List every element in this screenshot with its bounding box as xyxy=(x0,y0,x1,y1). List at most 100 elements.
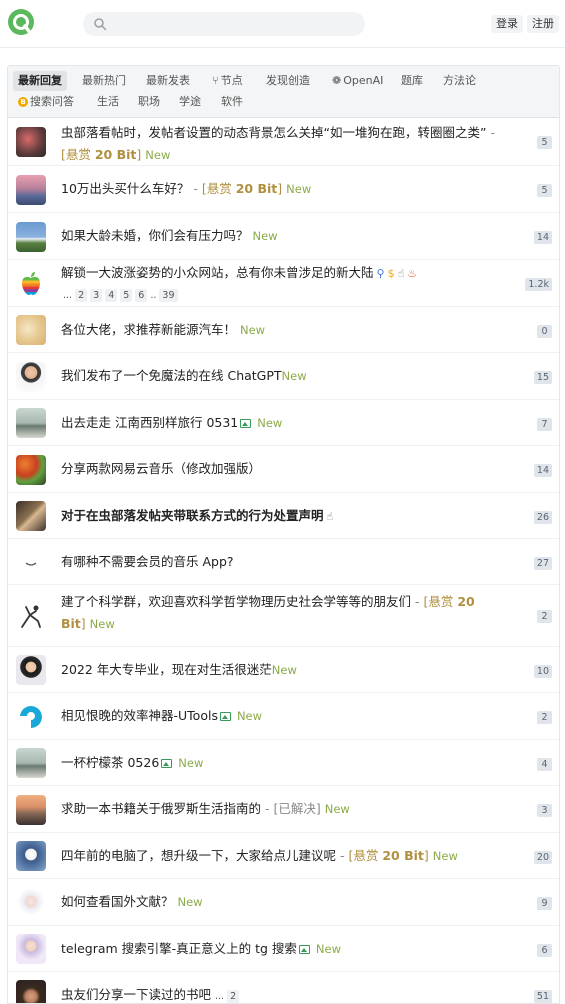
reply-count[interactable]: 5 xyxy=(537,184,552,197)
login-button[interactable]: 登录 xyxy=(491,15,523,33)
avatar[interactable] xyxy=(16,501,46,531)
topic-title[interactable]: 四年前的电脑了，想升级一下，大家给点儿建议呢 - [悬赏 20 Bit] New xyxy=(61,845,499,867)
tab-nodes[interactable]: ⑂ 节点 xyxy=(212,71,243,91)
avatar[interactable] xyxy=(16,748,46,778)
topic-row[interactable]: 我们发布了一个免魔法的在线 ChatGPTNew 15 xyxy=(8,353,559,400)
avatar[interactable] xyxy=(16,315,46,345)
tab-openai[interactable]: ❁ OpenAI xyxy=(332,71,383,91)
topic-title[interactable]: 分享两款网易云音乐（修改加强版） xyxy=(61,458,499,480)
topic-title-text[interactable]: 对于在虫部落发帖夹带联系方式的行为处置声明 xyxy=(61,508,324,523)
topic-title-text[interactable]: 四年前的电脑了，想升级一下，大家给点儿建议呢 xyxy=(61,848,336,863)
topic-row[interactable]: 如何查看国外文献？ New 9 xyxy=(8,879,559,926)
topic-title[interactable]: 各位大佬，求推荐新能源汽车！ New xyxy=(61,319,499,341)
topic-row[interactable]: 建了个科学群，欢迎喜欢科学哲学物理历史社会学等等的朋友们 - [悬赏 20 Bi… xyxy=(8,585,559,647)
search-input[interactable] xyxy=(83,12,365,36)
topic-row[interactable]: 虫友们分享一下读过的书吧 ... 2 51 xyxy=(8,972,559,1003)
tab-life[interactable]: 生活 xyxy=(97,92,119,112)
topic-row[interactable]: 各位大佬，求推荐新能源汽车！ New 0 xyxy=(8,307,559,353)
topic-title[interactable]: 相见恨晚的效率神器-UTools New xyxy=(61,705,499,727)
topic-title-text[interactable]: 求助一本书籍关于俄罗斯生活指南的 xyxy=(61,801,261,816)
topic-title-text[interactable]: 建了个科学群，欢迎喜欢科学哲学物理历史社会学等等的朋友们 xyxy=(61,594,411,609)
topic-title-text[interactable]: 相见恨晚的效率神器-UTools xyxy=(61,708,218,723)
topic-title[interactable]: 一杯柠檬茶 0526 New xyxy=(61,752,499,774)
tab-software[interactable]: 软件 xyxy=(221,92,243,112)
page-link[interactable]: 4 xyxy=(105,289,118,302)
topic-row[interactable]: 虫部落看帖时，发帖者设置的动态背景怎么关掉“如一堆狗在跑，转圈圈之类” - [悬… xyxy=(8,118,559,166)
topic-title[interactable]: 虫部落看帖时，发帖者设置的动态背景怎么关掉“如一堆狗在跑，转圈圈之类” - [悬… xyxy=(61,122,499,166)
avatar[interactable] xyxy=(16,547,46,577)
reply-count[interactable]: 1.2k xyxy=(525,278,552,291)
topic-title[interactable]: 如何查看国外文献？ New xyxy=(61,891,499,913)
reply-count[interactable]: 51 xyxy=(533,990,552,1003)
topic-title[interactable]: 2022 年大专毕业，现在对生活很迷茫New xyxy=(61,659,499,681)
reply-count[interactable]: 4 xyxy=(537,758,552,771)
page-link[interactable]: 5 xyxy=(120,289,133,302)
avatar[interactable] xyxy=(16,175,46,205)
reply-count[interactable]: 26 xyxy=(533,511,552,524)
topic-title-text[interactable]: 分享两款网易云音乐（修改加强版） xyxy=(61,461,261,476)
page-link[interactable]: 6 xyxy=(135,289,148,302)
topic-title-text[interactable]: 如果大龄未婚，你们会有压力吗？ xyxy=(61,228,249,243)
tab-latest-posted[interactable]: 最新发表 xyxy=(146,71,190,91)
topic-title-text[interactable]: 解锁一大波涨姿势的小众网站，总有你未曾涉足的新大陆 xyxy=(61,265,374,280)
topic-title-text[interactable]: 出去走走 江南西别样旅行 0531 xyxy=(61,415,238,430)
topic-row[interactable]: 有哪种不需要会员的音乐 App? 27 xyxy=(8,539,559,585)
topic-title-text[interactable]: 10万出头买什么车好？ xyxy=(61,181,189,196)
reply-count[interactable]: 0 xyxy=(537,325,552,338)
reply-count[interactable]: 7 xyxy=(537,418,552,431)
topic-row[interactable]: 解锁一大波涨姿势的小众网站，总有你未曾涉足的新大陆 ⚲ $ ☝ ♨ ... 23456.… xyxy=(8,260,559,307)
page-link[interactable]: 2 xyxy=(227,990,240,1003)
avatar[interactable] xyxy=(16,795,46,825)
topic-title-text[interactable]: 虫部落看帖时，发帖者设置的动态背景怎么关掉“如一堆狗在跑，转圈圈之类” xyxy=(61,125,486,140)
topic-title[interactable]: 有哪种不需要会员的音乐 App? xyxy=(61,551,499,573)
topic-title[interactable]: 出去走走 江南西别样旅行 0531 New xyxy=(61,412,499,434)
topic-title-text[interactable]: 一杯柠檬茶 0526 xyxy=(61,755,159,770)
avatar[interactable] xyxy=(16,934,46,964)
topic-title[interactable]: 我们发布了一个免魔法的在线 ChatGPTNew xyxy=(61,365,499,387)
topic-title[interactable]: 10万出头买什么车好？ - [悬赏 20 Bit] New xyxy=(61,178,499,200)
topic-row[interactable]: 如果大龄未婚，你们会有压力吗？ New 14 xyxy=(8,213,559,260)
reply-count[interactable]: 20 xyxy=(533,851,552,864)
avatar[interactable] xyxy=(16,455,46,485)
topic-title-text[interactable]: 虫友们分享一下读过的书吧 xyxy=(61,987,211,1002)
avatar[interactable] xyxy=(16,702,46,732)
reply-count[interactable]: 14 xyxy=(533,464,552,477)
tab-methodology[interactable]: 方法论 xyxy=(443,71,476,91)
avatar[interactable] xyxy=(16,222,46,252)
tab-workplace[interactable]: 职场 xyxy=(138,92,160,112)
tab-search-qa[interactable]: B 搜索问答 xyxy=(18,92,74,112)
tab-discover-create[interactable]: 发现创造 xyxy=(266,71,310,91)
avatar[interactable] xyxy=(16,362,46,392)
topic-title[interactable]: 解锁一大波涨姿势的小众网站，总有你未曾涉足的新大陆 ⚲ $ ☝ ♨ xyxy=(61,262,499,285)
site-logo-icon[interactable] xyxy=(7,8,35,38)
topic-title[interactable]: 如果大龄未婚，你们会有压力吗？ New xyxy=(61,225,499,247)
topic-row[interactable]: 对于在虫部落发帖夹带联系方式的行为处置声明 ☝ 26 xyxy=(8,493,559,539)
topic-title-text[interactable]: 我们发布了一个免魔法的在线 ChatGPT xyxy=(61,368,282,383)
reply-count[interactable]: 3 xyxy=(537,804,552,817)
topic-row[interactable]: 分享两款网易云音乐（修改加强版） 14 xyxy=(8,446,559,493)
topic-row[interactable]: 出去走走 江南西别样旅行 0531 New 7 xyxy=(8,400,559,446)
topic-row[interactable]: 2022 年大专毕业，现在对生活很迷茫New 10 xyxy=(8,647,559,693)
page-link[interactable]: 39 xyxy=(159,289,178,302)
topic-title[interactable]: 求助一本书籍关于俄罗斯生活指南的 - [已解决] New xyxy=(61,798,499,820)
reply-count[interactable]: 10 xyxy=(533,665,552,678)
tab-study[interactable]: 学途 xyxy=(179,92,201,112)
reply-count[interactable]: 2 xyxy=(537,711,552,724)
topic-row[interactable]: 一杯柠檬茶 0526 New 4 xyxy=(8,740,559,786)
page-link[interactable]: 3 xyxy=(90,289,103,302)
topic-row[interactable]: 四年前的电脑了，想升级一下，大家给点儿建议呢 - [悬赏 20 Bit] New… xyxy=(8,833,559,879)
topic-title[interactable]: 对于在虫部落发帖夹带联系方式的行为处置声明 ☝ xyxy=(61,505,499,528)
tab-latest-reply[interactable]: 最新回复 xyxy=(13,71,67,91)
reply-count[interactable]: 15 xyxy=(533,371,552,384)
reply-count[interactable]: 9 xyxy=(537,897,552,910)
tab-latest-hot[interactable]: 最新热门 xyxy=(82,71,126,91)
topic-title[interactable]: 虫友们分享一下读过的书吧 ... 2 xyxy=(61,984,499,1003)
avatar[interactable] xyxy=(16,841,46,871)
topic-row[interactable]: 相见恨晚的效率神器-UTools New 2 xyxy=(8,693,559,740)
reply-count[interactable]: 27 xyxy=(533,557,552,570)
reply-count[interactable]: 2 xyxy=(537,610,552,623)
topic-title[interactable]: telegram 搜索引擎-真正意义上的 tg 搜索 New xyxy=(61,938,499,960)
avatar[interactable] xyxy=(16,127,46,157)
avatar[interactable] xyxy=(16,980,46,1003)
avatar[interactable] xyxy=(16,601,46,631)
